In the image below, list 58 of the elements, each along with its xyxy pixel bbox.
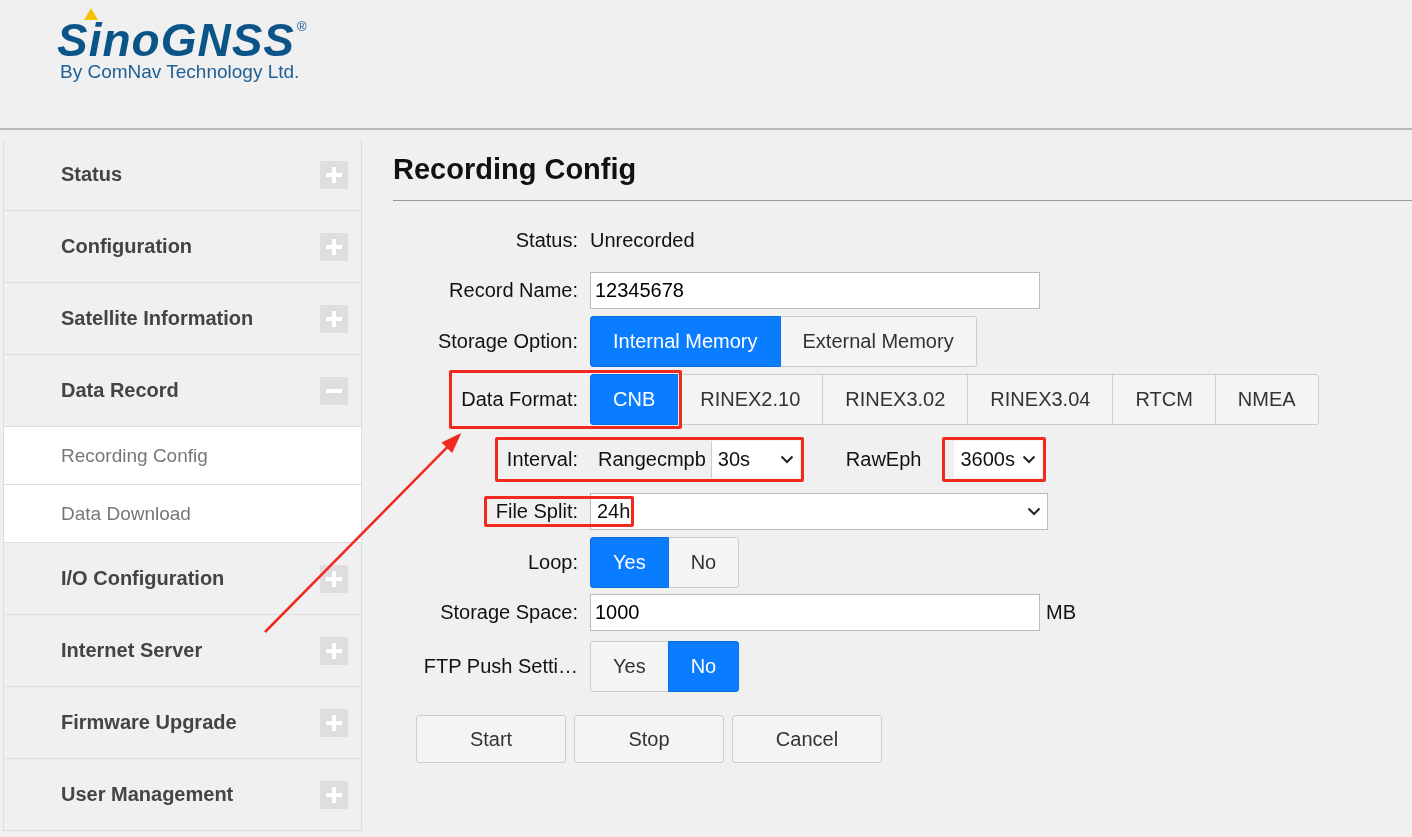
sidebar-item[interactable]: Satellite Information [4,283,361,355]
status-value: Unrecorded [590,228,695,252]
toggle-button[interactable]: No [667,537,740,588]
toggle-button[interactable]: RINEX3.02 [822,374,969,425]
interval-type: Rangecmpb [590,441,712,478]
toggle-button[interactable]: Internal Memory [590,316,781,367]
toggle-button[interactable]: External Memory [779,316,977,367]
input-field[interactable]: 1000 [590,594,1040,631]
caret-icon [1027,507,1041,516]
sidebar-item[interactable]: User Management [4,759,361,831]
field-label: Record Name: [449,279,578,302]
triangle-icon [84,8,98,20]
sidebar-item[interactable]: Configuration [4,211,361,283]
logo-wordmark: SinoGNSS [57,17,296,63]
toggle-button[interactable]: NMEA [1214,374,1319,425]
page-title: Recording Config [393,152,638,187]
field-label: Status: [515,228,578,252]
toggle-button[interactable]: Yes [590,641,669,692]
dropdown[interactable]: 3600s [954,441,1043,478]
sidebar-subitem[interactable]: Recording Config [4,427,361,485]
caret-icon [1022,455,1037,464]
action-button[interactable]: Start [416,715,566,763]
action-button[interactable]: Cancel [732,715,882,763]
sidebar-item[interactable]: Internet Server [4,615,361,687]
field-label: File Split: [495,500,578,523]
unit-label: MB [1046,601,1076,624]
registered-mark: ® [297,19,307,34]
toggle-button[interactable]: CNB [590,374,679,425]
sidebar-item[interactable]: I/O Configuration [4,543,361,615]
logo-tagline: By ComNav Technology Ltd. [60,61,301,83]
sidebar-item-label: Firmware Upgrade [61,711,237,734]
toggle-button[interactable]: No [667,641,740,692]
caret-icon [779,455,794,464]
toggle-button[interactable]: RINEX2.10 [677,374,824,425]
field-label: Interval: [506,448,578,471]
field-label: Data Format: [461,388,578,411]
sidebar-subitem[interactable]: Data Download [4,485,361,543]
sidebar-item-label: Configuration [61,235,193,258]
toggle-button[interactable]: RTCM [1112,374,1216,425]
sidebar-item-label: Data Record [61,379,179,402]
sidebar-item-label: User Management [61,783,234,806]
sidebar-item-label: I/O Configuration [61,567,225,590]
sidebar-item-label: Satellite Information [61,307,254,330]
field-label: Loop: [527,551,578,574]
toggle-button[interactable]: Yes [590,537,669,588]
field-label: Storage Option: [437,330,578,353]
sidebar-item[interactable]: Firmware Upgrade [4,687,361,759]
toggle-button[interactable]: RINEX3.04 [967,374,1114,425]
input-field[interactable]: 12345678 [590,272,1040,309]
dropdown[interactable]: 24h [590,493,1048,530]
field-label: Storage Space: [440,601,578,624]
sidebar-item[interactable]: Status [4,139,361,211]
sidebar-item-label: Status [61,163,123,186]
dropdown[interactable]: 30s [711,441,800,478]
field-label: RawEph [845,448,922,471]
action-button[interactable]: Stop [574,715,724,763]
field-label: FTP Push Setti… [423,655,578,678]
sidebar-item-label: Internet Server [61,639,203,662]
